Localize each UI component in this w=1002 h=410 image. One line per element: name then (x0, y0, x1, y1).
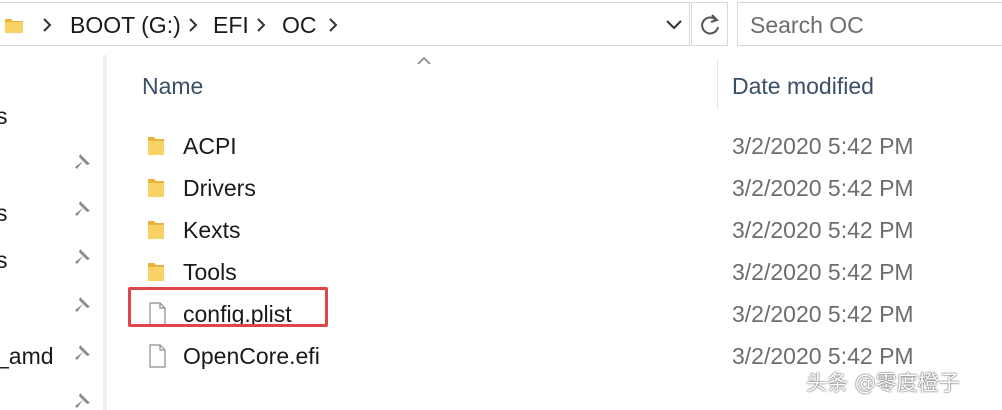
folder-icon (148, 179, 164, 197)
file-icon (149, 302, 166, 326)
file-name: Drivers (183, 175, 256, 201)
breadcrumb-boot-drive[interactable]: BOOT (G:) (70, 12, 181, 38)
file-explorer-window: BOOT (G:) EFI OC Search OC s s s _amd Na… (0, 0, 1002, 410)
file-date: 3/2/2020 5:42 PM (732, 259, 914, 285)
search-input[interactable] (750, 11, 990, 39)
column-header-name[interactable]: Name (142, 72, 203, 100)
chevron-down-icon[interactable] (664, 17, 684, 33)
nav-item-label[interactable]: _amd (0, 343, 54, 369)
nav-item-label[interactable]: s (0, 200, 8, 226)
pin-icon[interactable] (71, 342, 93, 364)
file-icon (149, 344, 166, 368)
file-row-kexts[interactable]: Kexts 3/2/2020 5:42 PM (130, 209, 1002, 249)
file-name: Tools (183, 259, 237, 285)
file-date: 3/2/2020 5:42 PM (732, 217, 914, 243)
search-box[interactable] (737, 2, 1002, 46)
file-date: 3/2/2020 5:42 PM (732, 343, 914, 369)
file-row-tools[interactable]: Tools 3/2/2020 5:42 PM (130, 251, 1002, 291)
file-row-opencore-efi[interactable]: OpenCore.efi 3/2/2020 5:42 PM (130, 335, 1002, 375)
nav-pane-scrollbar[interactable] (103, 55, 107, 410)
top-bar: BOOT (G:) EFI OC (0, 0, 1002, 50)
file-row-config-plist[interactable]: config.plist 3/2/2020 5:42 PM (130, 293, 1002, 333)
navigation-pane: s s s _amd (0, 50, 103, 410)
file-row-drivers[interactable]: Drivers 3/2/2020 5:42 PM (130, 167, 1002, 207)
sort-ascending-icon (417, 56, 431, 65)
watermark: 头条 @零度橙子 (806, 371, 960, 395)
folder-icon (5, 19, 23, 33)
file-date: 3/2/2020 5:42 PM (732, 175, 914, 201)
refresh-icon (701, 14, 719, 35)
folder-icon (148, 221, 164, 239)
file-row-acpi[interactable]: ACPI 3/2/2020 5:42 PM (130, 125, 1002, 165)
refresh-button[interactable] (691, 2, 728, 46)
chevron-right-icon[interactable] (326, 14, 340, 36)
nav-item-label[interactable]: s (0, 103, 8, 129)
breadcrumb-oc[interactable]: OC (282, 12, 317, 38)
breadcrumb-efi[interactable]: EFI (213, 12, 249, 38)
pin-icon[interactable] (71, 294, 93, 316)
file-name: ACPI (183, 133, 237, 159)
pin-icon[interactable] (71, 198, 93, 220)
pin-icon[interactable] (71, 390, 93, 410)
file-date: 3/2/2020 5:42 PM (732, 301, 914, 327)
chevron-right-icon[interactable] (186, 14, 200, 36)
file-name: config.plist (183, 301, 292, 327)
chevron-right-icon[interactable] (40, 14, 54, 36)
pin-icon[interactable] (71, 151, 93, 173)
file-name: Kexts (183, 217, 241, 243)
column-header-date-modified[interactable]: Date modified (732, 72, 874, 100)
column-divider[interactable] (717, 60, 718, 110)
chevron-right-icon[interactable] (254, 14, 268, 36)
file-name: OpenCore.efi (183, 343, 320, 369)
folder-icon (148, 137, 164, 155)
folder-icon (148, 263, 164, 281)
address-bar[interactable]: BOOT (G:) EFI OC (0, 2, 690, 46)
nav-item-label[interactable]: s (0, 247, 8, 273)
pin-icon[interactable] (71, 246, 93, 268)
file-date: 3/2/2020 5:42 PM (732, 133, 914, 159)
